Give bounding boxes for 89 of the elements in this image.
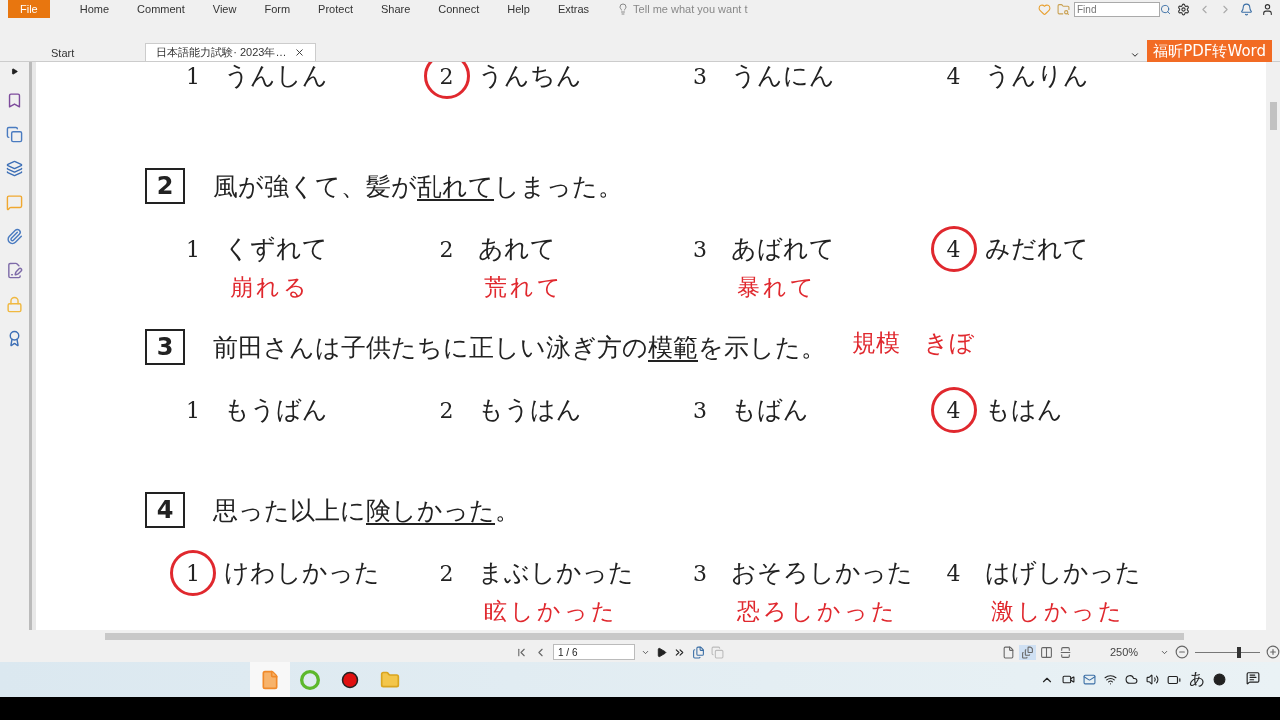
circled-number: 2 xyxy=(423,62,470,99)
next-page-icon[interactable] xyxy=(656,646,667,658)
option-text: あれて xyxy=(477,233,557,265)
zoom-value[interactable]: 250% xyxy=(1110,646,1154,658)
menu-item[interactable]: Share xyxy=(380,0,411,18)
cloud-icon[interactable] xyxy=(1125,673,1138,686)
menu-item[interactable]: Home xyxy=(79,0,110,18)
option-number: 2 xyxy=(438,235,455,264)
option-number: 3 xyxy=(692,235,708,264)
question-number: 2 xyxy=(145,168,185,204)
question-number: 3 xyxy=(145,329,185,365)
zoom-in-icon[interactable] xyxy=(1266,645,1280,659)
menu-item[interactable]: Connect xyxy=(438,0,480,18)
handwritten-note: 暴れて xyxy=(737,273,818,302)
handwritten-note: 荒れて xyxy=(483,273,564,302)
video-icon[interactable] xyxy=(1062,673,1075,686)
option-text: けわしかった xyxy=(224,557,380,589)
input-method[interactable]: あ xyxy=(1189,669,1205,690)
option-number: 4 xyxy=(945,559,962,588)
question-number: 4 xyxy=(145,492,185,528)
volume-icon[interactable] xyxy=(1146,673,1159,686)
paperclip-icon[interactable] xyxy=(6,228,23,245)
option-number: 4 xyxy=(945,62,962,91)
option-number: 3 xyxy=(692,396,708,425)
option-text: うんしん xyxy=(224,62,328,92)
menu-item[interactable]: Comment xyxy=(137,0,185,18)
wifi-icon[interactable] xyxy=(1104,673,1117,686)
option-number: 1 xyxy=(185,62,201,91)
question-sentence: 風が強くて、髪が乱れて しまった。 xyxy=(213,170,623,203)
menu-item[interactable]: Form xyxy=(264,0,291,18)
question-sentence: 前田さんは子供たちに正しい泳ぎ方の模範を示した。 xyxy=(213,331,826,364)
menu-item[interactable]: Extras xyxy=(557,0,590,18)
notification-icon[interactable] xyxy=(1246,670,1260,685)
page-view-icon[interactable] xyxy=(1019,644,1036,660)
menu-item[interactable]: Protect xyxy=(318,0,353,18)
handwritten-note: 激しかった xyxy=(990,597,1126,626)
circled-number: 1 xyxy=(170,550,216,596)
page-view-icon[interactable] xyxy=(1038,644,1055,660)
option-number: 3 xyxy=(692,62,708,91)
circled-number: 4 xyxy=(930,387,977,433)
option-text: おそろしかった xyxy=(731,557,913,589)
pdf-app-icon[interactable] xyxy=(250,662,290,697)
page-field[interactable]: 1 / 6 xyxy=(553,644,635,660)
option-text: もうばん xyxy=(224,394,328,426)
document-tab[interactable]: Start xyxy=(40,43,86,61)
lightbulb-icon xyxy=(617,3,630,15)
option-text: もうはん xyxy=(477,394,582,426)
option-text: うんちん xyxy=(477,62,582,92)
option-text: うんりん xyxy=(984,62,1089,92)
option-number: 2 xyxy=(438,559,455,588)
handwritten-note: 眩しかった xyxy=(483,597,619,626)
option-number: 2 xyxy=(438,396,455,425)
option-number: 1 xyxy=(185,396,201,425)
signature-icon[interactable] xyxy=(6,262,23,279)
pages-icon[interactable] xyxy=(6,126,23,143)
circle-icon[interactable] xyxy=(1213,673,1226,686)
option-text: もはん xyxy=(984,394,1063,426)
find-field[interactable]: Find xyxy=(1074,1,1160,17)
option-text: はげしかった xyxy=(984,557,1141,589)
option-number: 3 xyxy=(692,559,708,588)
option-number: 1 xyxy=(185,235,201,264)
document-tab[interactable]: 日本語能力試験· 2023年… xyxy=(145,43,317,61)
option-text: くずれて xyxy=(224,233,328,265)
question-sentence: 思った以上に険しかった。 xyxy=(213,494,520,527)
circled-number: 4 xyxy=(930,226,977,272)
caret-icon[interactable] xyxy=(1130,50,1140,60)
option-text: まぶしかった xyxy=(477,557,634,589)
layers-icon[interactable] xyxy=(6,160,23,177)
option-text: みだれて xyxy=(984,233,1089,265)
option-text: あばれて xyxy=(731,233,835,265)
handwritten-note: 崩れる xyxy=(230,273,311,302)
handwritten-note: 恐ろしかった xyxy=(737,597,899,626)
bell-icon[interactable] xyxy=(1240,2,1253,16)
bookmark-icon[interactable] xyxy=(6,92,23,109)
user-icon[interactable] xyxy=(1261,2,1274,16)
horizontal-scrollbar[interactable] xyxy=(0,630,1280,642)
close-icon[interactable] xyxy=(294,47,306,58)
menu-item[interactable]: Help xyxy=(507,0,530,18)
pages-icon[interactable] xyxy=(692,645,705,659)
search-icon[interactable] xyxy=(1160,3,1171,15)
zoom-out-icon[interactable] xyxy=(1174,645,1189,659)
handwritten-note: 規模 きぼ xyxy=(852,328,974,359)
settings-icon[interactable] xyxy=(1177,2,1190,16)
option-text: もばん xyxy=(731,394,809,426)
option-text: うんにん xyxy=(731,62,835,92)
caret-icon[interactable] xyxy=(11,68,18,75)
vertical-scrollbar[interactable] xyxy=(1266,62,1280,630)
menu-item[interactable]: View xyxy=(212,0,237,18)
mail-icon[interactable] xyxy=(1083,673,1096,686)
